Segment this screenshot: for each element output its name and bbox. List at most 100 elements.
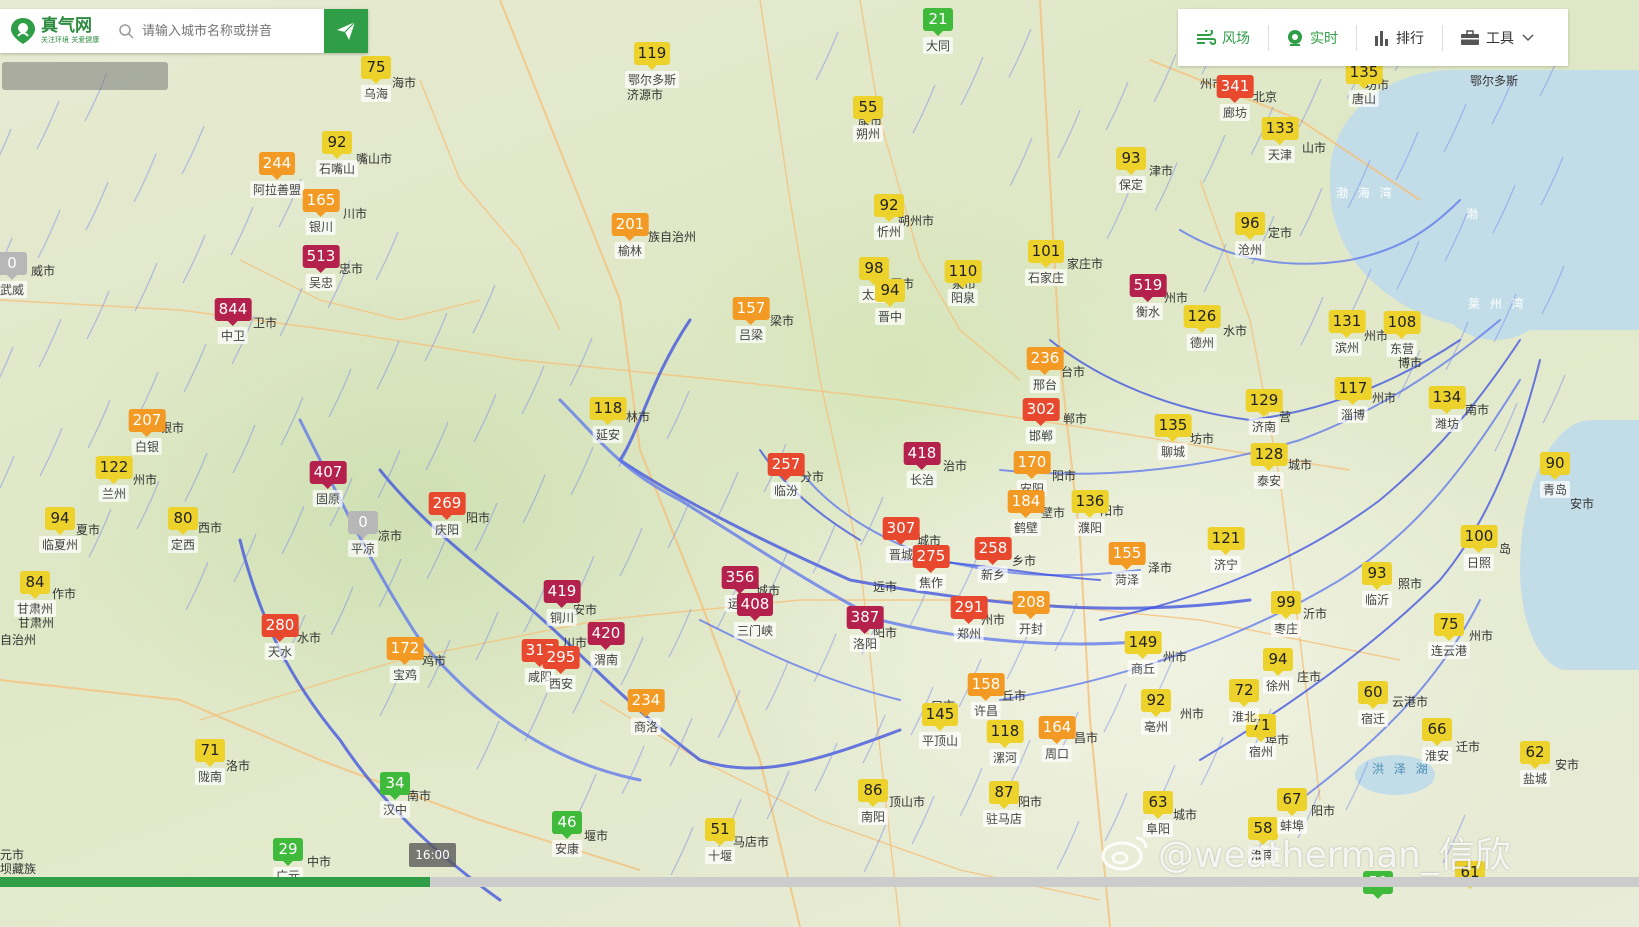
city-name-label: 新乡 bbox=[977, 566, 1009, 583]
aqi-station-marker[interactable]: 100 日照 bbox=[1460, 525, 1498, 571]
aqi-station-marker[interactable]: 302 邯郸 bbox=[1022, 398, 1060, 444]
aqi-station-marker[interactable]: 135 唐山 bbox=[1345, 61, 1383, 107]
aqi-station-marker[interactable]: 60 宿迁 bbox=[1357, 681, 1389, 727]
aqi-station-marker[interactable]: 133 天津 bbox=[1261, 117, 1299, 163]
aqi-station-marker[interactable]: 71 陇南 bbox=[194, 739, 226, 785]
aqi-station-marker[interactable]: 184 鹤壁 bbox=[1007, 490, 1045, 536]
aqi-station-marker[interactable]: 419 铜川 bbox=[543, 580, 581, 626]
aqi-station-marker[interactable]: 269 庆阳 bbox=[428, 492, 466, 538]
aqi-station-marker[interactable]: 157 吕梁 bbox=[732, 297, 770, 343]
aqi-station-marker[interactable]: 145 平顶山 bbox=[918, 703, 962, 749]
aqi-station-marker[interactable]: 275 焦作 bbox=[912, 545, 950, 591]
aqi-station-marker[interactable]: 387 洛阳 bbox=[846, 606, 884, 652]
aqi-station-marker[interactable]: 46 安康 bbox=[551, 811, 583, 857]
wind-streamline bbox=[621, 745, 645, 795]
search-submit-button[interactable] bbox=[324, 9, 368, 53]
map-place-label: 自治州 bbox=[0, 633, 37, 647]
aqi-station-marker[interactable]: 118 漯河 bbox=[986, 720, 1024, 766]
aqi-station-marker[interactable]: 341 廊坊 bbox=[1216, 75, 1254, 121]
aqi-value-badge: 108 bbox=[1383, 311, 1421, 339]
aqi-station-marker[interactable]: 96 沧州 bbox=[1234, 212, 1266, 258]
bar-chart-icon bbox=[1375, 30, 1388, 46]
aqi-station-marker[interactable]: 149 商丘 bbox=[1124, 631, 1162, 677]
wind-streamline bbox=[669, 717, 693, 767]
aqi-station-marker[interactable]: 93 临沂 bbox=[1361, 562, 1393, 608]
aqi-station-marker[interactable]: 122 兰州 bbox=[95, 456, 133, 502]
aqi-station-marker[interactable]: 110 阳泉 bbox=[944, 260, 982, 306]
aqi-station-marker[interactable]: 51 十堰 bbox=[704, 818, 736, 864]
brand-logo[interactable]: 真气网 关注环境 关爱健康 bbox=[0, 9, 110, 53]
tool-ranking[interactable]: 排行 bbox=[1356, 9, 1442, 66]
aqi-station-marker[interactable]: 66 淮安 bbox=[1421, 718, 1453, 764]
aqi-station-marker[interactable]: 258 新乡 bbox=[974, 537, 1012, 583]
aqi-station-marker[interactable]: 164 周口 bbox=[1038, 716, 1076, 762]
time-slider[interactable] bbox=[0, 877, 1639, 887]
aqi-station-marker[interactable]: 129 济南 bbox=[1245, 389, 1283, 435]
aqi-station-marker[interactable]: 72 淮北 bbox=[1228, 679, 1260, 725]
aqi-station-marker[interactable]: 121 济宁 bbox=[1207, 527, 1245, 573]
aqi-station-marker[interactable]: 86 南阳 bbox=[857, 779, 889, 825]
city-search-input[interactable] bbox=[140, 22, 324, 40]
aqi-station-marker[interactable]: 155 菏泽 bbox=[1108, 542, 1146, 588]
aqi-station-marker[interactable]: 280 天水 bbox=[261, 614, 299, 660]
aqi-station-marker[interactable]: 158 许昌 bbox=[967, 673, 1005, 719]
aqi-station-marker[interactable]: 128 泰安 bbox=[1250, 443, 1288, 489]
aqi-station-marker[interactable]: 136 濮阳 bbox=[1071, 490, 1109, 536]
aqi-station-marker[interactable]: 119 鄂尔多斯 bbox=[624, 42, 680, 88]
aqi-station-marker[interactable]: 201 榆林 bbox=[611, 213, 649, 259]
aqi-station-marker[interactable]: 108 东营 bbox=[1383, 311, 1421, 357]
aqi-station-marker[interactable]: 0 武威 bbox=[0, 252, 28, 298]
aqi-station-marker[interactable]: 62 盐城 bbox=[1519, 741, 1551, 787]
aqi-station-marker[interactable]: 75 乌海 bbox=[360, 56, 392, 102]
aqi-station-marker[interactable]: 131 滨州 bbox=[1328, 310, 1366, 356]
aqi-station-marker[interactable]: 94 徐州 bbox=[1262, 648, 1294, 694]
aqi-station-marker[interactable]: 75 连云港 bbox=[1427, 613, 1471, 659]
aqi-station-marker[interactable]: 55 朔州 bbox=[852, 96, 884, 142]
aqi-station-marker[interactable]: 87 驻马店 bbox=[982, 781, 1026, 827]
aqi-station-marker[interactable]: 94 临夏州 bbox=[38, 507, 82, 553]
aqi-station-marker[interactable]: 101 石家庄 bbox=[1024, 240, 1068, 286]
tool-realtime[interactable]: 实时 bbox=[1268, 9, 1356, 66]
aqi-station-marker[interactable]: 126 德州 bbox=[1183, 305, 1221, 351]
aqi-station-marker[interactable]: 236 邢台 bbox=[1026, 347, 1064, 393]
aqi-station-marker[interactable]: 420 渭南 bbox=[587, 622, 625, 668]
aqi-station-marker[interactable]: 257 临汾 bbox=[767, 453, 805, 499]
aqi-station-marker[interactable]: 234 商洛 bbox=[627, 689, 665, 735]
aqi-station-marker[interactable]: 0 平凉 bbox=[347, 511, 379, 557]
map-place-label: 津市 bbox=[1149, 164, 1174, 178]
aqi-station-marker[interactable]: 207 白银 bbox=[128, 409, 166, 455]
aqi-station-marker[interactable]: 244 阿拉善盟 bbox=[249, 152, 305, 198]
aqi-station-marker[interactable]: 21 大同 bbox=[922, 8, 954, 54]
aqi-station-marker[interactable]: 291 郑州 bbox=[950, 596, 988, 642]
aqi-station-marker[interactable]: 208 开封 bbox=[1012, 591, 1050, 637]
tool-tools[interactable]: 工具 bbox=[1442, 9, 1552, 66]
aqi-station-marker[interactable]: 92 石嘴山 bbox=[315, 131, 359, 177]
aqi-station-marker[interactable]: 118 延安 bbox=[589, 397, 627, 443]
aqi-station-marker[interactable]: 134 潍坊 bbox=[1428, 386, 1466, 432]
map-canvas[interactable]: 渤 海 湾 渤 莱 州 湾 洪 泽 湖 海市 嘴山市 川市 忠市 威市 卫市 银市 州市 夏市西… bbox=[0, 0, 1639, 927]
city-name-label: 漯河 bbox=[989, 749, 1021, 766]
aqi-station-marker[interactable]: 513 吴忠 bbox=[302, 245, 340, 291]
aqi-station-marker[interactable]: 93 保定 bbox=[1115, 147, 1147, 193]
weibo-logo-icon bbox=[1101, 836, 1148, 871]
aqi-station-marker[interactable]: 94 晋中 bbox=[874, 279, 906, 325]
aqi-station-marker[interactable]: 99 枣庄 bbox=[1270, 591, 1302, 637]
tool-wind-field[interactable]: 风场 bbox=[1178, 9, 1268, 66]
aqi-station-marker[interactable]: 295 西安 bbox=[542, 646, 580, 692]
aqi-station-marker[interactable]: 117 淄博 bbox=[1334, 377, 1372, 423]
aqi-station-marker[interactable]: 165 银川 bbox=[302, 189, 340, 235]
aqi-station-marker[interactable]: 92 忻州 bbox=[873, 194, 905, 240]
aqi-station-marker[interactable]: 34 汉中 bbox=[379, 772, 411, 818]
weibo-watermark: @weatherman_信欣 bbox=[1100, 826, 1511, 878]
aqi-station-marker[interactable]: 407 固原 bbox=[309, 461, 347, 507]
aqi-station-marker[interactable]: 135 聊城 bbox=[1154, 414, 1192, 460]
aqi-station-marker[interactable]: 418 长治 bbox=[903, 442, 941, 488]
aqi-station-marker[interactable]: 80 定西 bbox=[167, 507, 199, 553]
aqi-station-marker[interactable]: 90 青岛 bbox=[1539, 452, 1571, 498]
aqi-station-marker[interactable]: 84 甘肃州 bbox=[13, 571, 57, 617]
aqi-station-marker[interactable]: 519 衡水 bbox=[1129, 274, 1167, 320]
aqi-station-marker[interactable]: 172 宝鸡 bbox=[386, 637, 424, 683]
aqi-station-marker[interactable]: 844 中卫 bbox=[214, 298, 252, 344]
aqi-station-marker[interactable]: 408 三门峡 bbox=[733, 593, 777, 639]
aqi-station-marker[interactable]: 92 亳州 bbox=[1140, 689, 1172, 735]
